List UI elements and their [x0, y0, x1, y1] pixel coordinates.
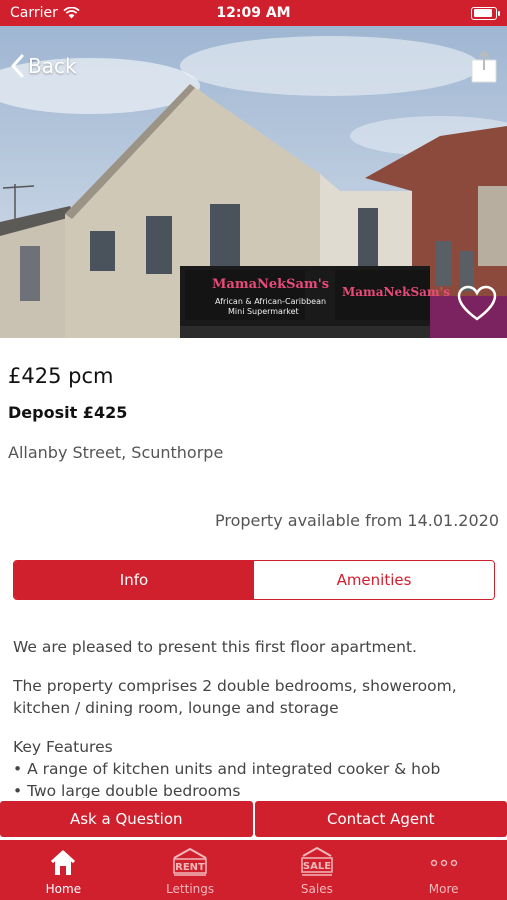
tab-lettings-label: Lettings	[166, 882, 215, 896]
action-bar: Ask a Question Contact Agent	[0, 801, 507, 837]
bottom-tab-bar: Home RENT Lettings SALE Sales More	[0, 840, 507, 900]
tab-more-label: More	[428, 882, 459, 896]
tab-home-label: Home	[45, 882, 82, 896]
home-icon	[51, 850, 76, 875]
share-button[interactable]	[470, 50, 498, 88]
wifi-icon	[63, 7, 80, 19]
sale-sign-text: SALE	[303, 861, 331, 872]
status-bar: Carrier 12:09 AM	[0, 0, 507, 26]
feature-item: • Two large double bedrooms	[13, 782, 241, 798]
back-label: Back	[28, 54, 77, 78]
availability-date: Property available from 14.01.2020	[214, 511, 499, 530]
tab-sales[interactable]: SALE Sales	[254, 840, 381, 900]
rent-sign-text: RENT	[175, 862, 205, 873]
features-list: Key Features • A range of kitchen units …	[13, 736, 497, 798]
segmented-tabs: Info Amenities	[13, 560, 495, 600]
rent-sign-icon: RENT	[173, 847, 207, 876]
address: Allanby Street, Scunthorpe	[8, 443, 224, 462]
carrier-label: Carrier	[10, 5, 58, 21]
carrier-group: Carrier	[10, 5, 80, 21]
tab-amenities[interactable]: Amenities	[254, 561, 494, 599]
chevron-left-icon	[11, 54, 24, 78]
favourite-button[interactable]	[457, 285, 497, 327]
shop-sign-left: MamaNekSam's	[212, 277, 329, 292]
contact-agent-button[interactable]: Contact Agent	[254, 801, 507, 837]
features-heading: Key Features	[13, 738, 113, 756]
heart-icon	[457, 285, 497, 321]
ask-question-button[interactable]: Ask a Question	[0, 801, 253, 837]
tab-more[interactable]: More	[380, 840, 507, 900]
back-button[interactable]: Back	[10, 54, 77, 78]
tab-info[interactable]: Info	[14, 561, 254, 599]
more-dots-icon	[430, 859, 457, 867]
battery-icon	[471, 6, 500, 20]
tab-sales-label: Sales	[300, 882, 333, 896]
sale-sign-icon: SALE	[301, 846, 333, 876]
info-intro: We are pleased to present this first flo…	[13, 638, 417, 656]
shop-sub2-left: Mini Supermarket	[228, 307, 299, 316]
share-icon	[471, 50, 497, 83]
price: £425 pcm	[8, 364, 114, 388]
shop-sub-left: African & African-Caribbean	[215, 297, 326, 306]
info-description: The property comprises 2 double bedrooms…	[13, 677, 457, 717]
tab-home[interactable]: Home	[0, 840, 127, 900]
info-content: We are pleased to present this first flo…	[13, 636, 497, 798]
feature-item: • A range of kitchen units and integrate…	[13, 760, 441, 778]
deposit: Deposit £425	[8, 403, 128, 422]
tab-lettings[interactable]: RENT Lettings	[127, 840, 254, 900]
